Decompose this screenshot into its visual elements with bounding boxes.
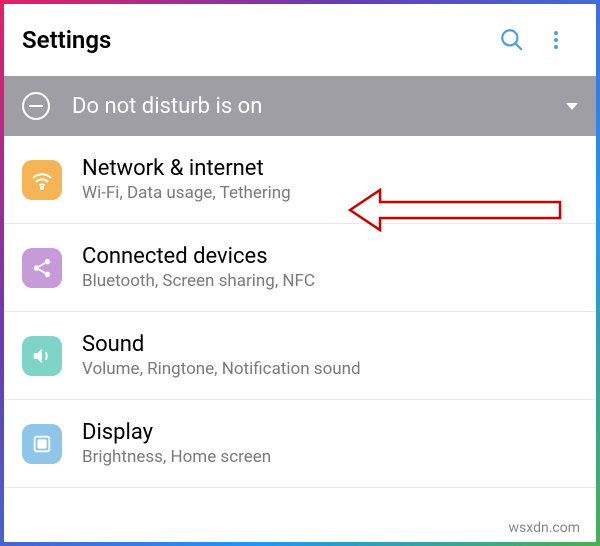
item-subtitle: Brightness, Home screen	[82, 447, 578, 467]
more-button[interactable]	[534, 18, 578, 62]
header: Settings	[4, 4, 596, 76]
item-subtitle: Volume, Ringtone, Notification sound	[82, 359, 578, 379]
item-title: Network & internet	[82, 156, 578, 181]
chevron-down-icon	[566, 103, 578, 110]
more-vertical-icon	[544, 28, 568, 52]
search-button[interactable]	[490, 18, 534, 62]
do-not-disturb-text: Do not disturb is on	[72, 94, 566, 119]
settings-item-display[interactable]: Display Brightness, Home screen	[4, 400, 596, 488]
item-title: Connected devices	[82, 244, 578, 269]
item-title: Display	[82, 420, 578, 445]
settings-list: Network & internet Wi-Fi, Data usage, Te…	[4, 136, 596, 488]
item-subtitle: Wi-Fi, Data usage, Tethering	[82, 183, 578, 203]
share-icon	[22, 248, 62, 288]
item-content: Network & internet Wi-Fi, Data usage, Te…	[82, 156, 578, 203]
item-content: Connected devices Bluetooth, Screen shar…	[82, 244, 578, 291]
item-content: Sound Volume, Ringtone, Notification sou…	[82, 332, 578, 379]
settings-item-connected[interactable]: Connected devices Bluetooth, Screen shar…	[4, 224, 596, 312]
page-title: Settings	[22, 26, 490, 54]
do-not-disturb-icon	[22, 92, 50, 120]
search-icon	[499, 27, 525, 53]
settings-item-sound[interactable]: Sound Volume, Ringtone, Notification sou…	[4, 312, 596, 400]
item-subtitle: Bluetooth, Screen sharing, NFC	[82, 271, 578, 291]
settings-item-network[interactable]: Network & internet Wi-Fi, Data usage, Te…	[4, 136, 596, 224]
display-icon	[22, 424, 62, 464]
do-not-disturb-banner[interactable]: Do not disturb is on	[4, 76, 596, 136]
wifi-icon	[22, 160, 62, 200]
item-content: Display Brightness, Home screen	[82, 420, 578, 467]
speaker-icon	[22, 336, 62, 376]
item-title: Sound	[82, 332, 578, 357]
